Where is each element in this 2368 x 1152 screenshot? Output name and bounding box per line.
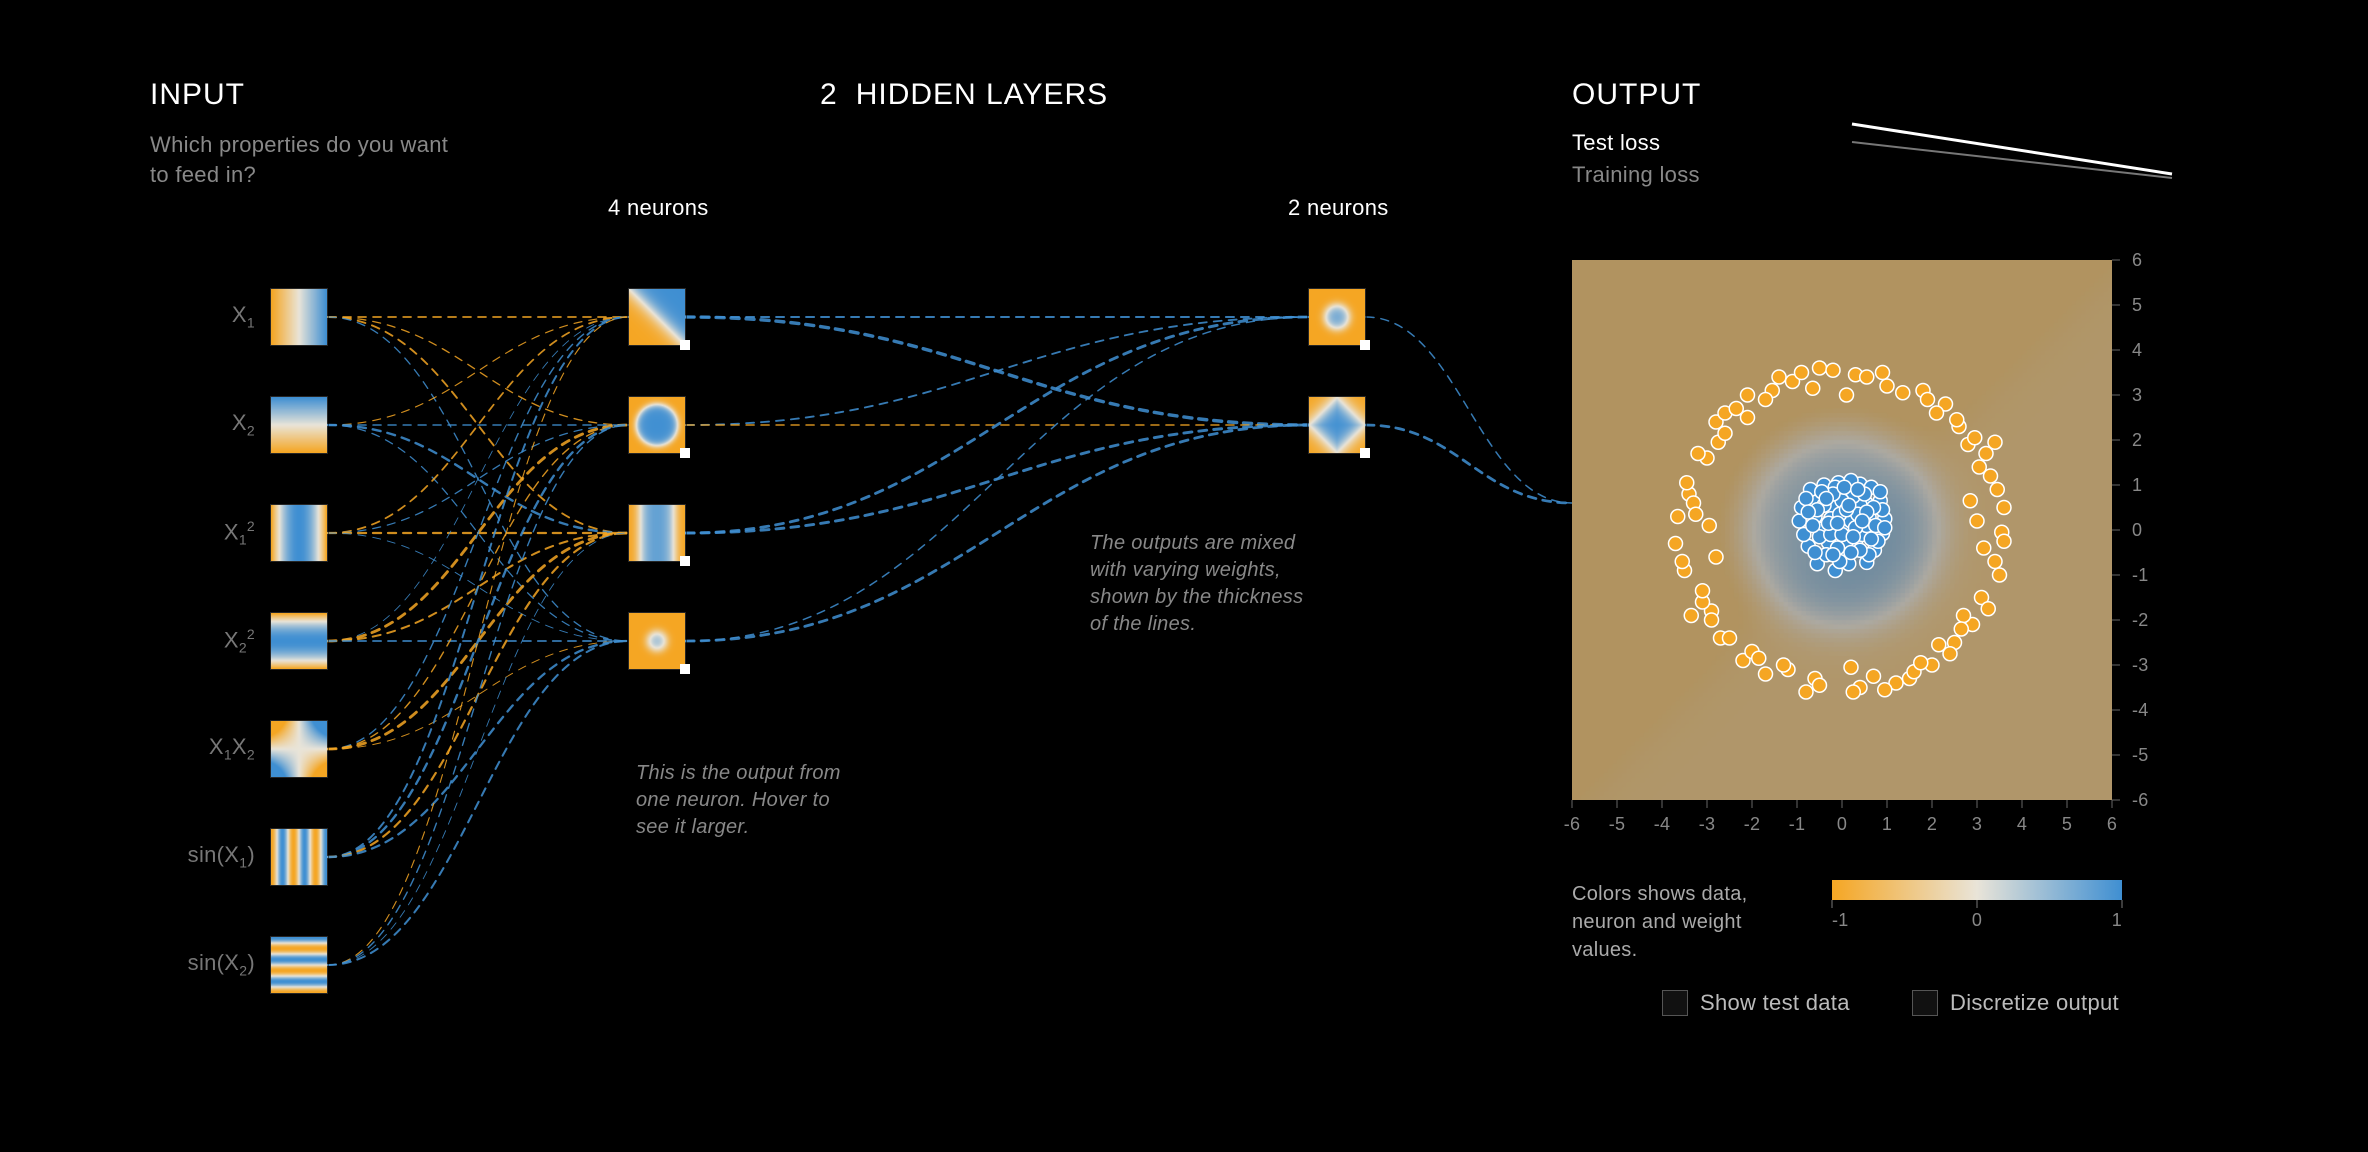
svg-text:-1: -1: [2132, 565, 2149, 585]
hidden1-neuron-thumb[interactable]: [628, 396, 686, 454]
svg-text:-6: -6: [2132, 790, 2149, 810]
weights-callout: The outputs are mixed with varying weigh…: [1090, 530, 1310, 638]
svg-text:-1: -1: [1832, 910, 1849, 930]
svg-text:1: 1: [1882, 814, 1892, 834]
svg-text:6: 6: [2107, 814, 2117, 834]
feature-label: sin(X1): [140, 842, 255, 870]
hidden2-neuron-thumb[interactable]: [1308, 396, 1366, 454]
svg-text:-3: -3: [1699, 814, 1716, 834]
show-test-data-checkbox[interactable]: [1662, 990, 1688, 1016]
hidden-title: HIDDEN LAYERS: [856, 78, 1109, 111]
test-loss-label: Test loss: [1572, 130, 1660, 156]
color-legend: -1 0 1: [1832, 880, 2122, 940]
layer1-neuron-count: 4 neurons: [608, 195, 709, 221]
output-title: OUTPUT: [1572, 78, 1701, 112]
svg-text:2: 2: [1927, 814, 1937, 834]
neuron-handle[interactable]: [680, 340, 690, 350]
input-feature-thumb[interactable]: [270, 936, 328, 994]
neuron-handle[interactable]: [1360, 448, 1370, 458]
layer2-neuron-count: 2 neurons: [1288, 195, 1389, 221]
svg-text:-2: -2: [2132, 610, 2149, 630]
input-title: INPUT: [150, 78, 245, 112]
input-feature-thumb[interactable]: [270, 720, 328, 778]
feature-label: X12: [140, 518, 255, 548]
hidden1-neuron-thumb[interactable]: [628, 504, 686, 562]
svg-text:-2: -2: [1744, 814, 1761, 834]
neuron-handle[interactable]: [680, 556, 690, 566]
hidden1-neuron-thumb[interactable]: [628, 288, 686, 346]
feature-label: sin(X2): [140, 950, 255, 978]
svg-text:0: 0: [2132, 520, 2142, 540]
svg-text:3: 3: [2132, 385, 2142, 405]
show-test-data-label: Show test data: [1700, 990, 1850, 1016]
hidden1-neuron-thumb[interactable]: [628, 612, 686, 670]
input-feature-thumb[interactable]: [270, 828, 328, 886]
input-feature-thumb[interactable]: [270, 288, 328, 346]
svg-text:6: 6: [2132, 250, 2142, 270]
input-feature-thumb[interactable]: [270, 612, 328, 670]
output-axes: -6-6-5-5-4-4-3-3-2-2-1-100112233445566: [1572, 260, 2232, 880]
svg-text:5: 5: [2132, 295, 2142, 315]
legend-text: Colors shows data, neuron and weight val…: [1572, 880, 1812, 964]
input-subtitle: Which properties do you want to feed in?: [150, 130, 450, 189]
svg-text:0: 0: [1837, 814, 1847, 834]
train-loss-label: Training loss: [1572, 162, 1700, 188]
svg-text:-1: -1: [1789, 814, 1806, 834]
neuron-handle[interactable]: [680, 448, 690, 458]
hidden-count: 2: [820, 78, 838, 111]
feature-label: X1X2: [140, 734, 255, 762]
svg-text:-4: -4: [2132, 700, 2149, 720]
svg-text:0: 0: [1972, 910, 1982, 930]
feature-label: X1: [140, 302, 255, 330]
hidden-header: 2 HIDDEN LAYERS: [820, 78, 1108, 112]
input-feature-thumb[interactable]: [270, 504, 328, 562]
hidden2-neuron-thumb[interactable]: [1308, 288, 1366, 346]
svg-text:-5: -5: [1609, 814, 1626, 834]
input-feature-thumb[interactable]: [270, 396, 328, 454]
svg-text:-4: -4: [1654, 814, 1671, 834]
discretize-output-checkbox[interactable]: [1912, 990, 1938, 1016]
svg-text:1: 1: [2132, 475, 2142, 495]
neuron-callout: This is the output from one neuron. Hove…: [636, 760, 866, 841]
feature-label: X2: [140, 410, 255, 438]
svg-text:4: 4: [2017, 814, 2027, 834]
neuron-handle[interactable]: [1360, 340, 1370, 350]
svg-text:3: 3: [1972, 814, 1982, 834]
svg-text:-5: -5: [2132, 745, 2149, 765]
svg-text:-6: -6: [1564, 814, 1581, 834]
svg-text:1: 1: [2112, 910, 2122, 930]
svg-text:-3: -3: [2132, 655, 2149, 675]
feature-label: X22: [140, 626, 255, 656]
discretize-output-label: Discretize output: [1950, 990, 2119, 1016]
svg-text:5: 5: [2062, 814, 2072, 834]
svg-text:4: 4: [2132, 340, 2142, 360]
svg-text:2: 2: [2132, 430, 2142, 450]
loss-sparkline: [1852, 112, 2172, 192]
neuron-handle[interactable]: [680, 664, 690, 674]
